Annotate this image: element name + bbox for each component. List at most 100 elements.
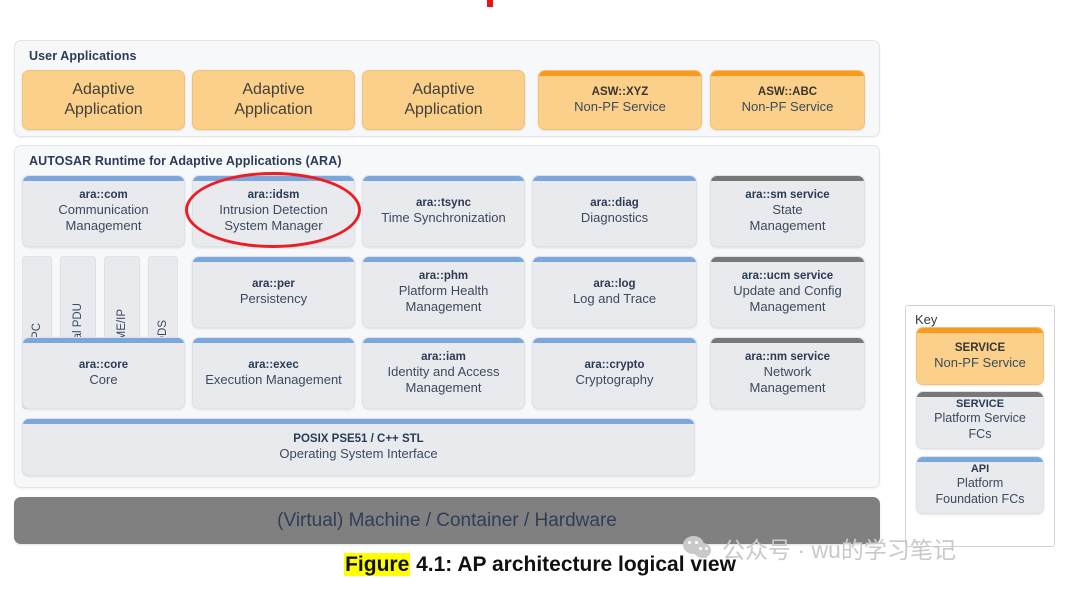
ara-row3-box-3-cap	[363, 338, 524, 343]
ara-row2-box-1-desc: Persistency	[239, 291, 308, 307]
ara-row1-box-5-name: ara::sm service	[745, 189, 830, 202]
ara-row1-box-2-cap	[193, 176, 354, 181]
ara-row3-box-5: ara::nm service Network Management	[710, 337, 865, 409]
ara-row3-box-3-content: ara::iam Identity and Access Management	[363, 350, 524, 396]
ara-row1-box-3-cap	[363, 176, 524, 181]
ara-row1-box-5-cap	[711, 176, 864, 181]
ara-row3-box-5-cap	[711, 338, 864, 343]
user-app-box-4-desc: Non-PF Service	[574, 99, 666, 115]
ara-row3-box-1-cap	[23, 338, 184, 343]
ara-row2-box-4-content: ara::ucm service Update and Config Managem…	[711, 269, 864, 315]
ara-row1-box-2: ara::idsm Intrusion Detection System Manag…	[192, 175, 355, 247]
ara-row2-box-2-cap	[363, 257, 524, 262]
user-app-box-1: Adaptive Application	[22, 70, 185, 130]
ara-row1-box-1: ara::com Communication Management	[22, 175, 185, 247]
posix-box-content: POSIX PSE51 / C++ STL Operating System In…	[23, 432, 694, 462]
key-item-3-cap	[917, 457, 1043, 462]
ara-row1-box-1-cap	[23, 176, 184, 181]
user-app-box-4-content: ASW::XYZ Non-PF Service	[539, 85, 701, 115]
ara-row3-box-3-desc: Identity and Access Management	[387, 364, 500, 395]
key-item-1-name: SERVICE	[954, 342, 1006, 355]
ara-row1-box-3: ara::tsync Time Synchronization	[362, 175, 525, 247]
ara-row2-box-2-name: ara::phm	[418, 270, 469, 283]
ara-row2-box-3-name: ara::log	[593, 278, 636, 291]
ara-row2-box-2: ara::phm Platform Health Management	[362, 256, 525, 328]
caption-rest: 4.1: AP architecture logical view	[410, 553, 736, 576]
ara-row3-box-4-cap	[533, 338, 696, 343]
ara-row2-box-3-desc: Log and Trace	[572, 291, 657, 307]
ara-row1-box-5: ara::sm service State Management	[710, 175, 865, 247]
key-item-2-desc: Platform Service FCs	[934, 411, 1026, 441]
ara-row2-box-4-name: ara::ucm service	[741, 270, 834, 283]
key-item-1: SERVICE Non-PF Service	[916, 327, 1044, 385]
ara-row2-box-3-content: ara::log Log and Trace	[533, 277, 696, 307]
ara-row3-box-2-cap	[193, 338, 354, 343]
ara-row1-box-5-desc: State Management	[749, 202, 826, 233]
posix-box-name: POSIX PSE51 / C++ STL	[293, 433, 424, 446]
hardware-label: (Virtual) Machine / Container / Hardware	[277, 509, 617, 531]
ara-row1-box-2-desc: Intrusion Detection System Manager	[219, 202, 328, 233]
key-item-3-desc: Platform Foundation FCs	[935, 476, 1025, 506]
ara-row1-box-3-content: ara::tsync Time Synchronization	[363, 196, 524, 226]
ara-row2-box-4-desc: Update and Config Management	[733, 283, 842, 314]
posix-box: POSIX PSE51 / C++ STL Operating System In…	[22, 418, 695, 476]
ara-row3-box-2-name: ara::exec	[248, 359, 299, 372]
user-app-box-4: ASW::XYZ Non-PF Service	[538, 70, 702, 130]
diagram-canvas: User Applications AUTOSAR Runtime for Ad…	[0, 0, 1080, 595]
key-item-1-desc: Non-PF Service	[934, 355, 1026, 371]
ara-row2-box-2-desc: Platform Health Management	[398, 283, 489, 314]
ara-row3-box-4: ara::crypto Cryptography	[532, 337, 697, 409]
ara-row1-box-4: ara::diag Diagnostics	[532, 175, 697, 247]
user-app-box-3-desc: Adaptive Application	[404, 81, 483, 118]
ara-row2-box-2-content: ara::phm Platform Health Management	[363, 269, 524, 315]
user-app-box-1-content: Adaptive Application	[23, 80, 184, 119]
ara-row3-box-5-name: ara::nm service	[744, 351, 831, 364]
user-app-box-4-cap	[539, 71, 701, 76]
ara-row2-box-1-cap	[193, 257, 354, 262]
ara-row1-box-1-name: ara::com	[79, 189, 128, 202]
user-app-box-5: ASW::ABC Non-PF Service	[710, 70, 865, 130]
ara-row3-box-5-desc: Network Management	[749, 364, 826, 395]
key-item-1-cap	[917, 328, 1043, 333]
top-red-mark	[487, 0, 493, 7]
key-item-2-content: SERVICE Platform Service FCs	[917, 398, 1043, 442]
key-item-3-name: API	[970, 463, 990, 476]
user-app-box-5-cap	[711, 71, 864, 76]
ara-row3-box-4-desc: Cryptography	[575, 372, 654, 388]
posix-box-cap	[23, 419, 694, 424]
hardware-bar: (Virtual) Machine / Container / Hardware	[14, 497, 880, 544]
key-item-2-cap	[917, 392, 1043, 397]
ara-row1-box-3-desc: Time Synchronization	[381, 210, 506, 226]
ara-row2-box-4-cap	[711, 257, 864, 262]
user-app-box-2-content: Adaptive Application	[193, 80, 354, 119]
ara-row1-box-2-name: ara::idsm	[247, 189, 300, 202]
ara-row1-box-3-name: ara::tsync	[416, 197, 471, 210]
ara-row3-box-3-name: ara::iam	[421, 351, 466, 364]
key-item-2: SERVICE Platform Service FCs	[916, 391, 1044, 449]
user-app-box-1-desc: Adaptive Application	[64, 81, 143, 118]
ara-row2-box-1-content: ara::per Persistency	[193, 277, 354, 307]
user-app-box-5-content: ASW::ABC Non-PF Service	[711, 85, 864, 115]
user-app-box-3: Adaptive Application	[362, 70, 525, 130]
ara-row3-box-5-content: ara::nm service Network Management	[711, 350, 864, 396]
ara-row1-box-1-content: ara::com Communication Management	[23, 188, 184, 234]
key-item-3-content: API Platform Foundation FCs	[917, 463, 1043, 507]
ara-row2-box-3-cap	[533, 257, 696, 262]
ara-row2-box-1-name: ara::per	[252, 278, 295, 291]
ara-row2-box-4: ara::ucm service Update and Config Managem…	[710, 256, 865, 328]
ara-row3-box-2: ara::exec Execution Management	[192, 337, 355, 409]
ara-row3-box-4-name: ara::crypto	[584, 359, 645, 372]
posix-box-desc: Operating System Interface	[279, 446, 438, 462]
key-title: Key	[915, 312, 938, 327]
user-app-box-4-name: ASW::XYZ	[591, 86, 649, 99]
figure-caption: Figure 4.1: AP architecture logical view	[0, 553, 1080, 577]
key-item-2-name: SERVICE	[955, 398, 1005, 411]
user-app-box-5-name: ASW::ABC	[757, 86, 818, 99]
ara-row3-box-1: ara::core Core	[22, 337, 185, 409]
user-app-box-2-desc: Adaptive Application	[234, 81, 313, 118]
ara-title: AUTOSAR Runtime for Adaptive Application…	[29, 154, 342, 168]
ara-row3-box-1-desc: Core	[89, 372, 118, 388]
key-item-1-content: SERVICE Non-PF Service	[917, 341, 1043, 371]
ara-row1-box-5-content: ara::sm service State Management	[711, 188, 864, 234]
user-app-box-5-desc: Non-PF Service	[741, 99, 834, 115]
